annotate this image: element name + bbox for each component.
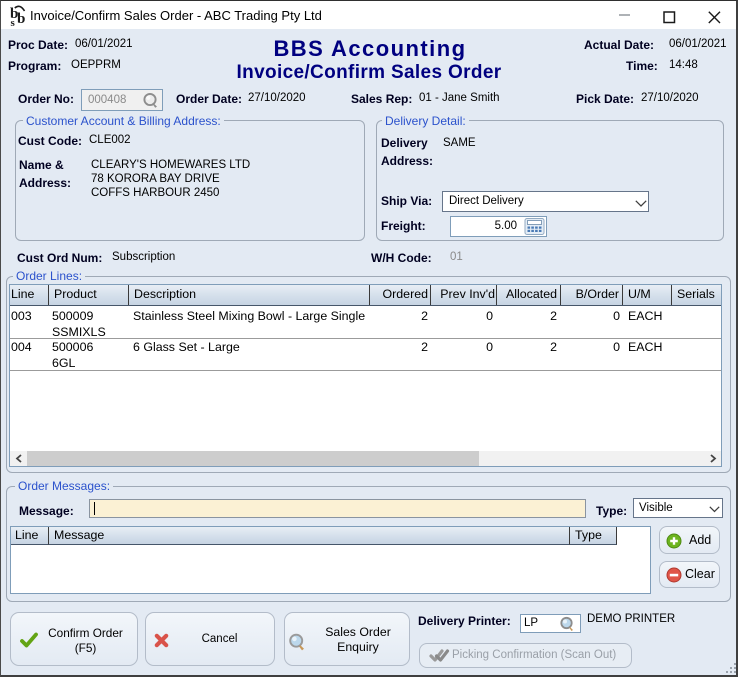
svg-text:b: b (17, 11, 25, 27)
svg-text:s: s (11, 17, 16, 27)
